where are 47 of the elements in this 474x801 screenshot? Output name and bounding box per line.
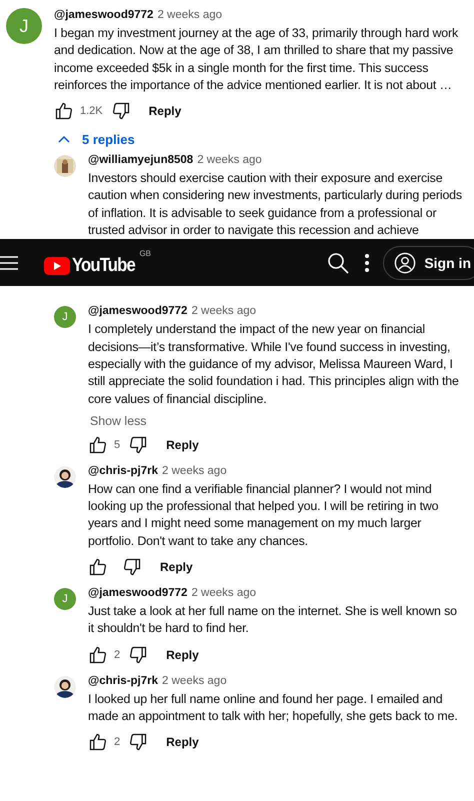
- like-count: 1.2K: [80, 105, 103, 118]
- like-count: 2: [114, 736, 120, 748]
- like-icon[interactable]: [88, 732, 108, 752]
- search-icon[interactable]: [327, 252, 350, 274]
- author-name[interactable]: @williamyejun8508: [88, 153, 194, 168]
- author-name[interactable]: @jameswood9772: [88, 586, 188, 602]
- comment-text: I completely understand the impact of the new year on financial decisions—it’s transformative. While I've found success in investing, especially with the guidance of my advisor, Melissa Maureen Ward, I still appreciate the solid foundation i had. This principles align with the core values of financial discipline.: [88, 321, 460, 408]
- sign-in-button[interactable]: Sign in: [383, 246, 474, 280]
- reply-button[interactable]: Reply: [160, 560, 193, 574]
- timestamp[interactable]: 2 weeks ago: [191, 304, 256, 320]
- like-icon[interactable]: [88, 434, 108, 455]
- reply-button[interactable]: Reply: [166, 438, 199, 452]
- timestamp[interactable]: 2 weeks ago: [191, 586, 256, 602]
- comment-text: How can one find a verifiable financial planner? I would not mind looking up the professional that helped you. I will be retiring in two years and I might need some management on my much larger portfolio. Don't want to take any chances.: [88, 480, 440, 550]
- comment-text: I began my investment journey at the age of 33, primarily through hard work and dedication. Now at the age of 38, I am thrilled to share that my passive income exceeded $5k in a single month for the first time. This success reinforces the importance of the advice mentioned earlier. It is not about …: [54, 25, 460, 94]
- logo-text[interactable]: YouTube: [72, 254, 135, 277]
- timestamp[interactable]: 2 weeks ago: [162, 674, 227, 689]
- dislike-icon[interactable]: [122, 557, 142, 578]
- author-name[interactable]: @jameswood9772: [54, 8, 154, 23]
- timestamp[interactable]: 2 weeks ago: [157, 8, 222, 23]
- dislike-icon[interactable]: [128, 644, 148, 665]
- reply-button[interactable]: Reply: [166, 648, 199, 662]
- like-icon[interactable]: [88, 644, 108, 665]
- author-name[interactable]: @chris-pj7rk: [88, 464, 158, 479]
- like-count: 5: [114, 438, 120, 451]
- more-icon[interactable]: [365, 254, 370, 272]
- timestamp[interactable]: 2 weeks ago: [197, 153, 262, 168]
- like-count: 2: [114, 648, 120, 661]
- replies-toggle[interactable]: 5 replies: [58, 130, 135, 150]
- dislike-icon[interactable]: [128, 434, 148, 455]
- comment-text: Just take a look at her full name on the internet. She is well known so it shouldn't be hard to find her.: [88, 603, 458, 638]
- author-name[interactable]: @jameswood9772: [88, 304, 188, 320]
- account-icon: [394, 252, 416, 274]
- like-icon[interactable]: [88, 557, 108, 578]
- dislike-icon[interactable]: [110, 101, 131, 122]
- reply-button[interactable]: Reply: [148, 104, 182, 118]
- region-code: GB: [139, 248, 152, 258]
- play-logo-icon[interactable]: [44, 256, 70, 275]
- reply-button[interactable]: Reply: [166, 735, 199, 750]
- timestamp[interactable]: 2 weeks ago: [162, 464, 227, 479]
- menu-icon[interactable]: [0, 254, 18, 271]
- comment-text: Investors should exercise caution with their exposure and exercise caution when considering new investments, particularly during periods of inflation. It is advisable to seek guidance from a professional or trusted advisor in order to navigate this recession and achieve: [88, 170, 463, 240]
- like-icon[interactable]: [54, 101, 74, 122]
- author-name[interactable]: @chris-pj7rk: [88, 674, 158, 689]
- dislike-icon[interactable]: [128, 732, 148, 752]
- show-less-link[interactable]: Show less: [88, 414, 148, 428]
- comment-text: I looked up her full name online and found her page. I emailed and made an appointment to talk with her; hopefully, she gets back to me.: [88, 690, 459, 725]
